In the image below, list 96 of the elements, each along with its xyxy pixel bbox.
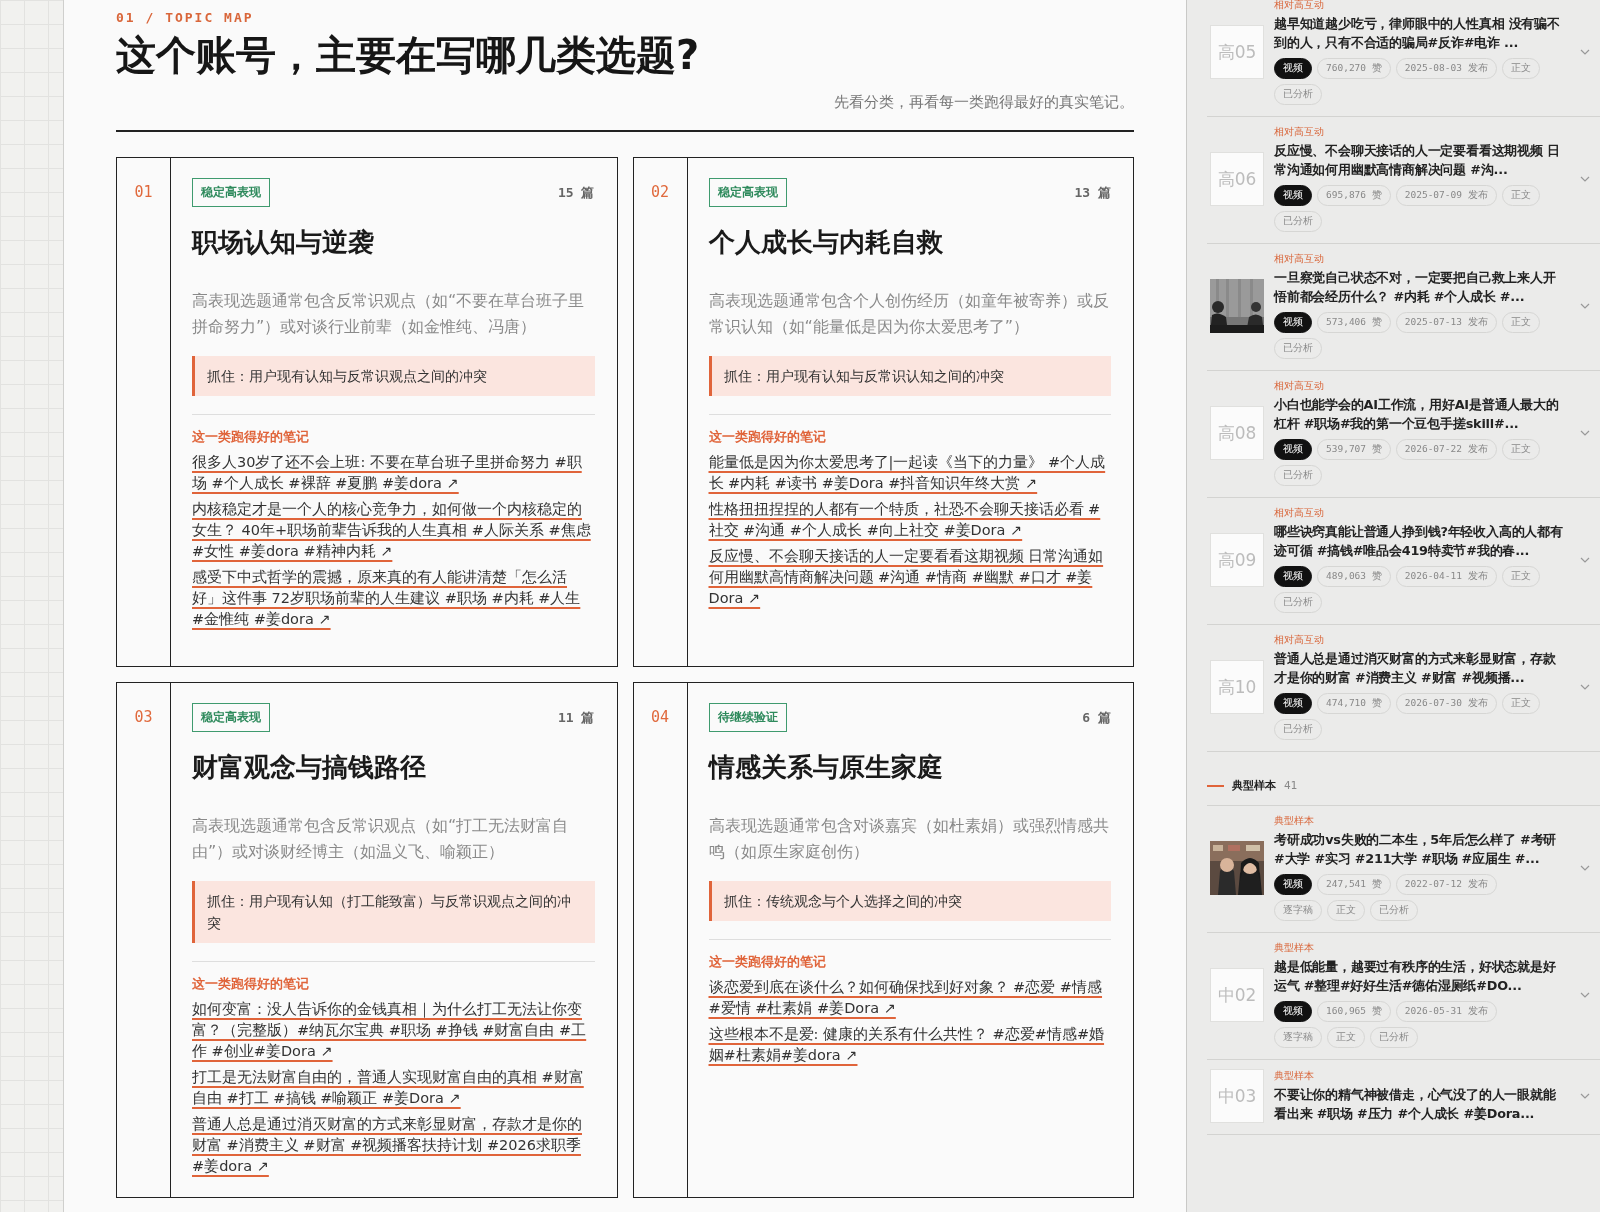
chevron-down-icon[interactable] bbox=[1580, 47, 1590, 57]
note-title: 反应慢、不会聊天接话的人一定要看看这期视频 日常沟通如何用幽默高情商解决问题 #沟... bbox=[1274, 142, 1561, 179]
topic-title: 财富观念与搞钱路径 bbox=[192, 751, 427, 784]
note-count: 6 篇 bbox=[1082, 708, 1111, 727]
tier-label: 相对高互动 bbox=[1274, 634, 1325, 647]
chevron-down-icon[interactable] bbox=[1580, 863, 1590, 873]
type-tag: 视频 bbox=[1274, 1001, 1312, 1022]
note-item[interactable]: 高09 相对高互动 哪些诀窍真能让普通人挣到钱?年轻收入高的人都有迹可循 #搞钱#唯品会419特卖节#我的春... 视频 489,063 赞 2026-04-11 发布 正文 已分析 bbox=[1207, 498, 1600, 625]
note-item[interactable]: 高06 相对高互动 反应慢、不会聊天接话的人一定要看看这期视频 日常沟通如何用幽默高情商解决问题 #沟... 视频 695,876 赞 2025-07-09 发布 正文 已分析 bbox=[1207, 117, 1600, 244]
type-tag: 视频 bbox=[1274, 439, 1312, 460]
thumbnail-placeholder: 中02 bbox=[1210, 968, 1264, 1022]
section-label: 典型样本 bbox=[1232, 778, 1276, 793]
note-item[interactable]: 高05 相对高互动 越早知道越少吃亏，律师眼中的人性真相 没有骗不到的人，只有不合适的骗局#反诈#电诈 ... 视频 760,270 赞 2025-08-03 发布 正文 已分析 bbox=[1207, 0, 1600, 117]
notes-label: 这一类跑得好的笔记 bbox=[192, 429, 310, 446]
chevron-down-icon[interactable] bbox=[1580, 555, 1590, 565]
note-title: 小白也能学会的AI工作流，用好AI是普通人最大的杠杆 #职场#我的第一个豆包手搓skill#... bbox=[1274, 396, 1560, 433]
note-link[interactable]: 普通人总是通过消灭财富的方式来彰显财富，存款才是你的财富 #消费主义 #财富 #视频播客扶持计划 #2026求职季 #姜dora ↗ bbox=[192, 1114, 595, 1177]
tier-label: 典型样本 bbox=[1274, 1069, 1315, 1083]
tier-label: 相对高互动 bbox=[1274, 126, 1325, 139]
thumbnail-placeholder: 中03 bbox=[1210, 1069, 1264, 1123]
type-tag: 视频 bbox=[1274, 693, 1312, 714]
note-title: 越早知道越少吃亏，律师眼中的人性真相 没有骗不到的人，只有不合适的骗局#反诈#电诈 ... bbox=[1274, 15, 1561, 52]
note-title: 越是低能量，越要过有秩序的生活，好状态就是好运气 #整理#好好生活#德佑湿厕纸#DO... bbox=[1274, 958, 1557, 995]
note-item[interactable]: 典型样本 考研成功vs失败的二本生，5年后怎么样了 #考研 #大学 #实习 #211大学 #职场 #应届生 #... 视频 247,541 赞 2022-07-12 发布 逐字稿 正文 已分析 bbox=[1207, 806, 1600, 933]
note-link[interactable]: 很多人30岁了还不会上班: 不要在草台班子里拼命努力 #职场 #个人成长 #裸辞 #夏鹏 #姜dora ↗ bbox=[192, 452, 595, 494]
topic-title: 情感关系与原生家庭 bbox=[708, 751, 944, 784]
note-title: 一旦察觉自己状态不对，一定要把自己救上来人开悟前都会经历什么？ #内耗 #个人成长 #... bbox=[1274, 269, 1557, 306]
section-eyebrow: 01 / TOPIC MAP bbox=[116, 10, 255, 25]
note-link[interactable]: 打工是无法财富自由的，普通人实现财富自由的真相 #财富自由 #打工 #搞钱 #喻颖正 #姜Dora ↗ bbox=[192, 1067, 595, 1109]
type-tag: 视频 bbox=[1274, 566, 1312, 587]
note-item[interactable]: 高08 相对高互动 小白也能学会的AI工作流，用好AI是普通人最大的杠杆 #职场#我的第一个豆包手搓skill#... 视频 539,707 赞 2026-07-22 发布 正文 已分析 bbox=[1207, 371, 1600, 498]
tier-label: 相对高互动 bbox=[1274, 380, 1325, 393]
topic-title: 个人成长与内耗自救 bbox=[708, 226, 944, 259]
note-title: 哪些诀窍真能让普通人挣到钱?年轻收入高的人都有迹可循 #搞钱#唯品会419特卖节#我的春... bbox=[1274, 523, 1564, 560]
type-tag: 视频 bbox=[1274, 312, 1312, 333]
chevron-down-icon[interactable] bbox=[1580, 1091, 1590, 1101]
hook-callout: 抓住：传统观念与个人选择之间的冲突 bbox=[708, 881, 1111, 921]
topic-index: 01 bbox=[134, 183, 153, 201]
page-subtitle: 先看分类，再看每一类跑得最好的真实笔记。 bbox=[834, 93, 1134, 111]
chevron-down-icon[interactable] bbox=[1580, 990, 1590, 1000]
tier-label: 相对高互动 bbox=[1274, 0, 1325, 12]
topic-description: 高表现选题通常包含个人创伤经历（如童年被寄养）或反常识认知（如“能量低是因为你太爱思考了”） bbox=[708, 290, 1110, 338]
note-item[interactable]: 中02 典型样本 越是低能量，越要过有秩序的生活，好状态就是好运气 #整理#好好生活#德佑湿厕纸#DO... 视频 160,965 赞 2026-05-31 发布 逐字稿 正文 已分析 bbox=[1207, 933, 1600, 1060]
status-badge: 待继续验证 bbox=[708, 703, 787, 732]
note-title: 考研成功vs失败的二本生，5年后怎么样了 #考研 #大学 #实习 #211大学 #职场 #应届生 #... bbox=[1274, 831, 1558, 868]
status-badge: 稳定高表现 bbox=[192, 703, 270, 732]
note-title: 不要让你的精气神被借走，心气没了的人一眼就能看出来 #职场 #压力 #个人成长 #姜Dora... bbox=[1274, 1085, 1557, 1123]
note-link[interactable]: 谈恋爱到底在谈什么？如何确保找到好对象？ #恋爱 #情感 #爱情 #杜素娟 #姜Dora ↗ bbox=[708, 977, 1111, 1019]
note-item[interactable]: 中03 典型样本 不要让你的精气神被借走，心气没了的人一眼就能看出来 #职场 #压力 #个人成长 #姜Dora... bbox=[1207, 1060, 1600, 1135]
chevron-down-icon[interactable] bbox=[1580, 428, 1590, 438]
note-count: 13 篇 bbox=[1074, 183, 1111, 202]
topic-index: 04 bbox=[650, 708, 670, 726]
notes-label: 这一类跑得好的笔记 bbox=[192, 976, 310, 993]
tier-label: 典型样本 bbox=[1274, 815, 1315, 828]
topic-description: 高表现选题通常包含反常识观点（如“打工无法财富自由”）或对谈财经博主（如温义飞、喻颖正） bbox=[192, 815, 570, 863]
accent-dash bbox=[1207, 784, 1224, 787]
thumbnail-placeholder: 高05 bbox=[1210, 25, 1264, 79]
note-link[interactable]: 这些根本不是爱: 健康的关系有什么共性？ #恋爱#情感#婚姻#杜素娟#姜dora ↗ bbox=[708, 1024, 1111, 1066]
hook-callout: 抓住：用户现有认知与反常识认知之间的冲突 bbox=[708, 356, 1111, 396]
note-link[interactable]: 内核稳定才是一个人的核心竞争力，如何做一个内核稳定的女生？ 40年+职场前辈告诉我的人生真相 #人际关系 #焦虑 #女性 #姜dora #精神内耗 ↗ bbox=[192, 499, 595, 562]
type-tag: 视频 bbox=[1274, 185, 1312, 206]
tier-label: 典型样本 bbox=[1274, 942, 1315, 955]
note-link[interactable]: 感受下中式哲学的震撼，原来真的有人能讲清楚「怎么活好」这件事 72岁职场前辈的人生建议 #职场 #内耗 #人生 #金惟纯 #姜dora ↗ bbox=[192, 567, 595, 630]
hook-callout: 抓住：用户现有认知与反常识观点之间的冲突 bbox=[192, 356, 595, 396]
type-tag: 视频 bbox=[1274, 874, 1312, 895]
tier-label: 相对高互动 bbox=[1274, 507, 1325, 520]
note-item[interactable]: 相对高互动 一旦察觉自己状态不对，一定要把自己救上来人开悟前都会经历什么？ #内耗 #个人成长 #... 视频 573,406 赞 2025-07-13 发布 正文 已分析 bbox=[1207, 244, 1600, 371]
thumbnail-placeholder: 高06 bbox=[1210, 152, 1264, 206]
page-title: 这个账号，主要在写哪几类选题? bbox=[116, 31, 701, 80]
note-link[interactable]: 如何变富：没人告诉你的金钱真相｜为什么打工无法让你变富？（完整版）#纳瓦尔宝典 #职场 #挣钱 #财富自由 #工作 #创业#姜Dora ↗ bbox=[192, 999, 595, 1062]
section-count: 41 bbox=[1284, 779, 1298, 792]
topic-description: 高表现选题通常包含对谈嘉宾（如杜素娟）或强烈情感共鸣（如原生家庭创伤） bbox=[708, 815, 1110, 863]
status-badge: 稳定高表现 bbox=[708, 178, 787, 207]
note-count: 15 篇 bbox=[558, 183, 595, 202]
note-link[interactable]: 性格扭扭捏捏的人都有一个特质，社恐不会聊天接话必看 #社交 #沟通 #个人成长 #向上社交 #姜Dora ↗ bbox=[708, 499, 1111, 541]
tier-label: 相对高互动 bbox=[1274, 253, 1325, 266]
note-link[interactable]: 能量低是因为你太爱思考了|一起读《当下的力量》 #个人成长 #内耗 #读书 #姜Dora #抖音知识年终大赏 ↗ bbox=[708, 452, 1111, 494]
notes-label: 这一类跑得好的笔记 bbox=[708, 954, 827, 971]
type-tag: 视频 bbox=[1274, 58, 1312, 79]
chevron-down-icon[interactable] bbox=[1580, 682, 1590, 692]
note-count: 11 篇 bbox=[558, 708, 595, 727]
topic-description: 高表现选题通常包含反常识观点（如“不要在草台班子里拼命努力”）或对谈行业前辈（如金惟纯、冯唐） bbox=[192, 290, 586, 338]
chevron-down-icon[interactable] bbox=[1580, 174, 1590, 184]
note-item[interactable]: 高10 相对高互动 普通人总是通过消灭财富的方式来彰显财富，存款才是你的财富 #消费主义 #财富 #视频播... 视频 474,710 赞 2026-07-30 发布 正文 已分析 bbox=[1207, 625, 1600, 752]
topic-index: 02 bbox=[650, 183, 670, 201]
notes-label: 这一类跑得好的笔记 bbox=[708, 429, 827, 446]
topic-title: 职场认知与逆袭 bbox=[192, 226, 375, 259]
status-badge: 稳定高表现 bbox=[192, 178, 270, 207]
thumbnail-placeholder: 高09 bbox=[1210, 533, 1264, 587]
thumbnail-placeholder: 高08 bbox=[1210, 406, 1264, 460]
note-link[interactable]: 反应慢、不会聊天接话的人一定要看看这期视频 日常沟通如何用幽默高情商解决问题 #沟通 #情商 #幽默 #口才 #姜Dora ↗ bbox=[708, 546, 1111, 609]
chevron-down-icon[interactable] bbox=[1580, 301, 1590, 311]
thumbnail-placeholder: 高10 bbox=[1210, 660, 1264, 714]
note-title: 普通人总是通过消灭财富的方式来彰显财富，存款才是你的财富 #消费主义 #财富 #视频播... bbox=[1274, 650, 1557, 687]
topic-index: 03 bbox=[134, 708, 153, 726]
hook-callout: 抓住：用户现有认知（打工能致富）与反常识观点之间的冲突 bbox=[192, 881, 595, 943]
